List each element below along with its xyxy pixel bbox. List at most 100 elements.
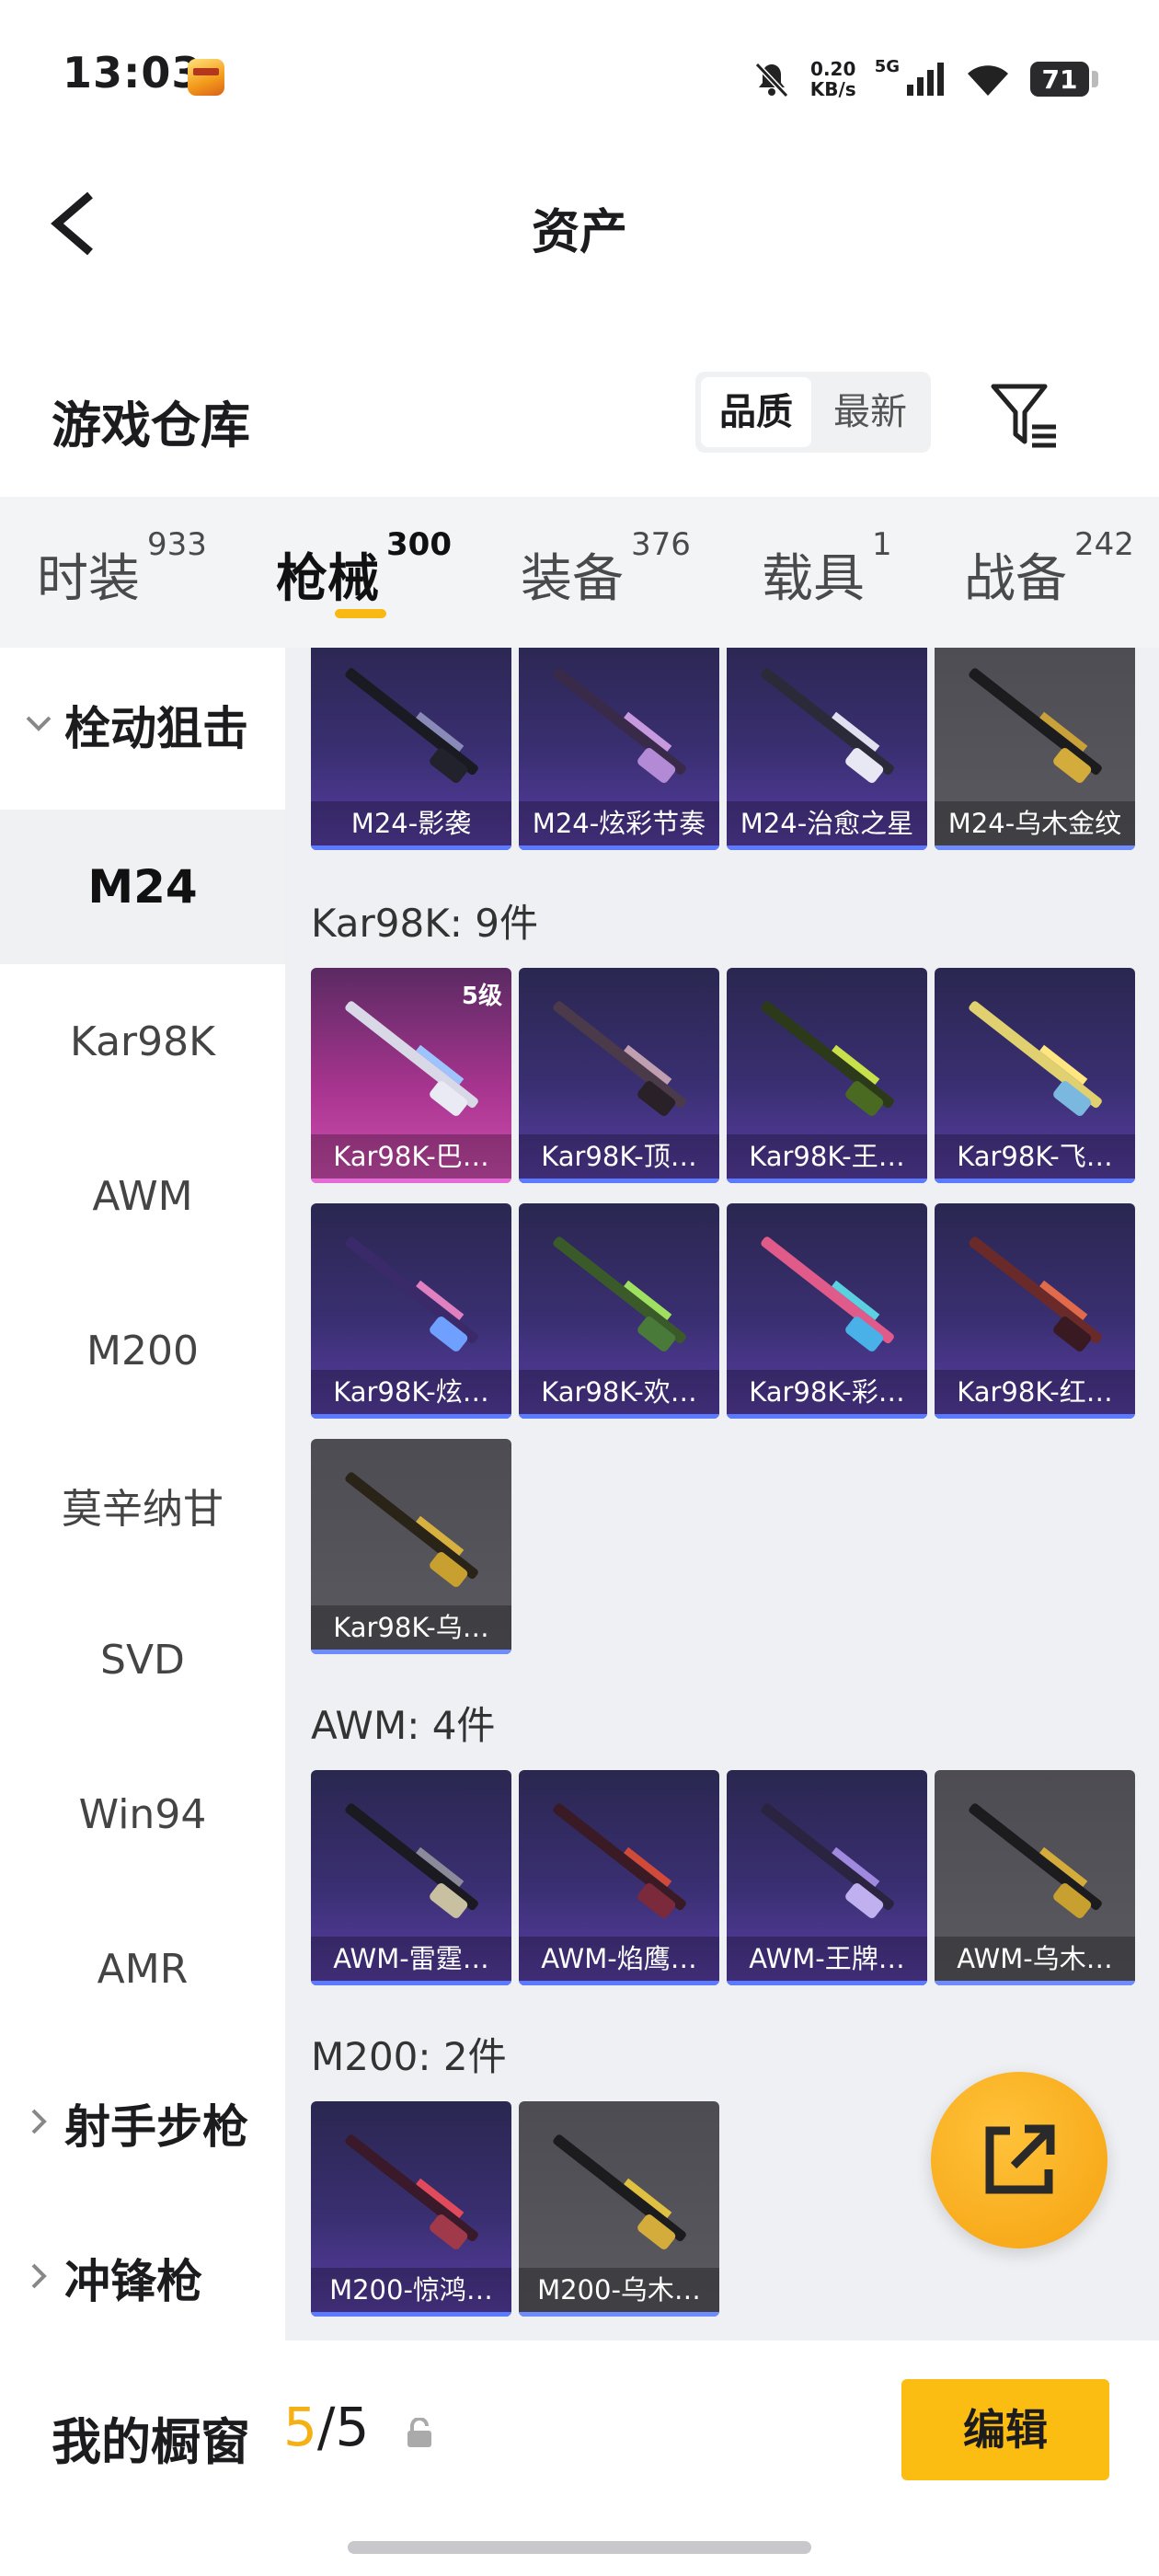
sidebar-item-amr[interactable]: AMR bbox=[0, 1892, 285, 2046]
tab-firearms[interactable]: 枪械300 bbox=[276, 526, 452, 612]
skin-name: AWM-雷霆… bbox=[311, 1937, 511, 1981]
net-speed-unit: KB/s bbox=[809, 78, 856, 100]
skin-card[interactable]: M200-惊鸿… bbox=[311, 2101, 511, 2317]
skin-card[interactable]: Kar98K-乌… bbox=[311, 1439, 511, 1654]
tab-fashion[interactable]: 时装933 bbox=[37, 526, 207, 612]
showcase-count: 5/5 bbox=[283, 2396, 369, 2458]
chevron-down-icon bbox=[26, 716, 52, 731]
share-icon bbox=[985, 2124, 1055, 2194]
skin-card[interactable]: Kar98K-欢… bbox=[519, 1203, 719, 1419]
net-speed-value: 0.20 bbox=[810, 58, 856, 80]
skin-card[interactable]: Kar98K-红… bbox=[935, 1203, 1135, 1419]
skin-card[interactable]: M24-影袭 bbox=[311, 648, 511, 850]
rifle-icon bbox=[761, 1001, 894, 1116]
sidebar-item-m200[interactable]: M200 bbox=[0, 1273, 285, 1428]
skin-card[interactable]: Kar98K-彩… bbox=[727, 1203, 927, 1419]
rifle-icon bbox=[553, 1803, 686, 1918]
lock-icon bbox=[407, 2418, 431, 2447]
skin-name: Kar98K-王… bbox=[727, 1134, 927, 1179]
showcase-total: 5 bbox=[335, 2396, 370, 2458]
skin-name: Kar98K-炫… bbox=[311, 1370, 511, 1414]
skin-card[interactable]: Kar98K-顶… bbox=[519, 968, 719, 1183]
filter-icon bbox=[991, 384, 1056, 448]
rifle-icon bbox=[345, 1472, 478, 1587]
sort-quality-button[interactable]: 品质 bbox=[701, 377, 811, 447]
rifle-icon bbox=[553, 1236, 686, 1351]
skin-name: Kar98K-巴… bbox=[311, 1134, 511, 1179]
rifle-icon bbox=[553, 1001, 686, 1116]
share-button[interactable] bbox=[931, 2072, 1107, 2248]
showcase-separator: / bbox=[316, 2396, 336, 2458]
skin-card[interactable]: AWM-王牌… bbox=[727, 1770, 927, 1985]
rifle-icon bbox=[345, 1803, 478, 1918]
wifi-icon bbox=[968, 65, 1008, 96]
sidebar-item-win94[interactable]: Win94 bbox=[0, 1737, 285, 1892]
sidebar-group-smg[interactable]: 冲锋枪 bbox=[0, 2201, 285, 2355]
weapon-sidebar: 栓动狙击 M24 Kar98K AWM M200 莫辛纳甘 SVD Win94 … bbox=[0, 648, 285, 2340]
skin-card[interactable]: AWM-雷霆… bbox=[311, 1770, 511, 1985]
nav-bar: 资产 bbox=[0, 156, 1159, 285]
skin-card[interactable]: M24-治愈之星 bbox=[727, 648, 927, 850]
skin-card[interactable]: M200-乌木… bbox=[519, 2101, 719, 2317]
tab-count: 376 bbox=[631, 526, 691, 563]
sidebar-group-label: 射手步枪 bbox=[64, 2100, 248, 2154]
warehouse-title: 游戏仓库 bbox=[52, 397, 250, 454]
sidebar-group-label: 栓动狙击 bbox=[64, 702, 248, 755]
skin-card[interactable]: Kar98K-王… bbox=[727, 968, 927, 1183]
tab-label: 枪械 bbox=[276, 549, 379, 609]
tab-combat-gear[interactable]: 战备242 bbox=[964, 526, 1134, 612]
skin-name: M24-炫彩节奏 bbox=[519, 801, 719, 845]
sidebar-item-kar98k[interactable]: Kar98K bbox=[0, 964, 285, 1119]
skin-card[interactable]: M24-炫彩节奏 bbox=[519, 648, 719, 850]
status-bar: 13:03 0.20 KB/s 5G 71 bbox=[0, 0, 1159, 156]
battery-indicator: 71 bbox=[1030, 62, 1098, 97]
rifle-icon bbox=[969, 1001, 1102, 1116]
rifle-icon bbox=[969, 1236, 1102, 1351]
skin-name: M24-影袭 bbox=[311, 801, 511, 845]
network-type: 5G bbox=[874, 56, 900, 76]
page-title: 资产 bbox=[531, 205, 627, 260]
skin-card[interactable]: 5级 Kar98K-巴… bbox=[311, 968, 511, 1183]
skin-card[interactable]: Kar98K-炫… bbox=[311, 1203, 511, 1419]
tab-count: 933 bbox=[147, 526, 207, 563]
status-time: 13:03 bbox=[63, 48, 202, 98]
home-indicator[interactable] bbox=[348, 2541, 811, 2554]
edit-button[interactable]: 编辑 bbox=[901, 2379, 1109, 2480]
chevron-right-icon bbox=[31, 2109, 47, 2134]
skin-card[interactable]: M24-乌木金纹 bbox=[935, 648, 1135, 850]
skin-card[interactable]: AWM-焰鹰… bbox=[519, 1770, 719, 1985]
sidebar-group-bolt-action[interactable]: 栓动狙击 bbox=[0, 648, 285, 802]
tab-label: 时装 bbox=[37, 549, 140, 609]
sidebar-group-dmr[interactable]: 射手步枪 bbox=[0, 2046, 285, 2201]
skin-card[interactable]: Kar98K-飞… bbox=[935, 968, 1135, 1183]
skin-card[interactable]: AWM-乌木… bbox=[935, 1770, 1135, 1985]
skin-name: Kar98K-飞… bbox=[935, 1134, 1135, 1179]
sidebar-item-mosin[interactable]: 莫辛纳甘 bbox=[0, 1428, 285, 1582]
tab-count: 300 bbox=[386, 526, 452, 563]
section-label-m200: M200: 2件 bbox=[311, 2034, 507, 2079]
sort-newest-button[interactable]: 最新 bbox=[815, 377, 925, 447]
sidebar-item-m24[interactable]: M24 bbox=[0, 810, 285, 964]
category-tabs: 时装933 枪械300 装备376 载具1 战备242 bbox=[0, 497, 1159, 648]
skin-name: Kar98K-乌… bbox=[311, 1605, 511, 1650]
sidebar-item-awm[interactable]: AWM bbox=[0, 1119, 285, 1273]
tab-vehicles[interactable]: 载具1 bbox=[762, 526, 892, 612]
rifle-icon bbox=[553, 668, 686, 783]
sidebar-item-svd[interactable]: SVD bbox=[0, 1582, 285, 1737]
skin-name: M24-治愈之星 bbox=[727, 801, 927, 845]
mute-bell-icon bbox=[754, 62, 788, 98]
signal-icon bbox=[907, 63, 944, 96]
tab-label: 战备 bbox=[964, 549, 1067, 609]
skin-name: AWM-焰鹰… bbox=[519, 1937, 719, 1981]
skin-name: M24-乌木金纹 bbox=[935, 801, 1135, 845]
tab-equipment[interactable]: 装备376 bbox=[521, 526, 691, 612]
rifle-icon bbox=[761, 668, 894, 783]
filter-button[interactable] bbox=[988, 381, 1061, 451]
rifle-icon bbox=[969, 1803, 1102, 1918]
tab-count: 1 bbox=[872, 526, 892, 563]
active-tab-indicator bbox=[335, 609, 386, 618]
rifle-icon bbox=[969, 668, 1102, 783]
skin-name: AWM-乌木… bbox=[935, 1937, 1135, 1981]
skin-name: Kar98K-红… bbox=[935, 1370, 1135, 1414]
showcase-label: 我的橱窗 bbox=[52, 2413, 250, 2471]
